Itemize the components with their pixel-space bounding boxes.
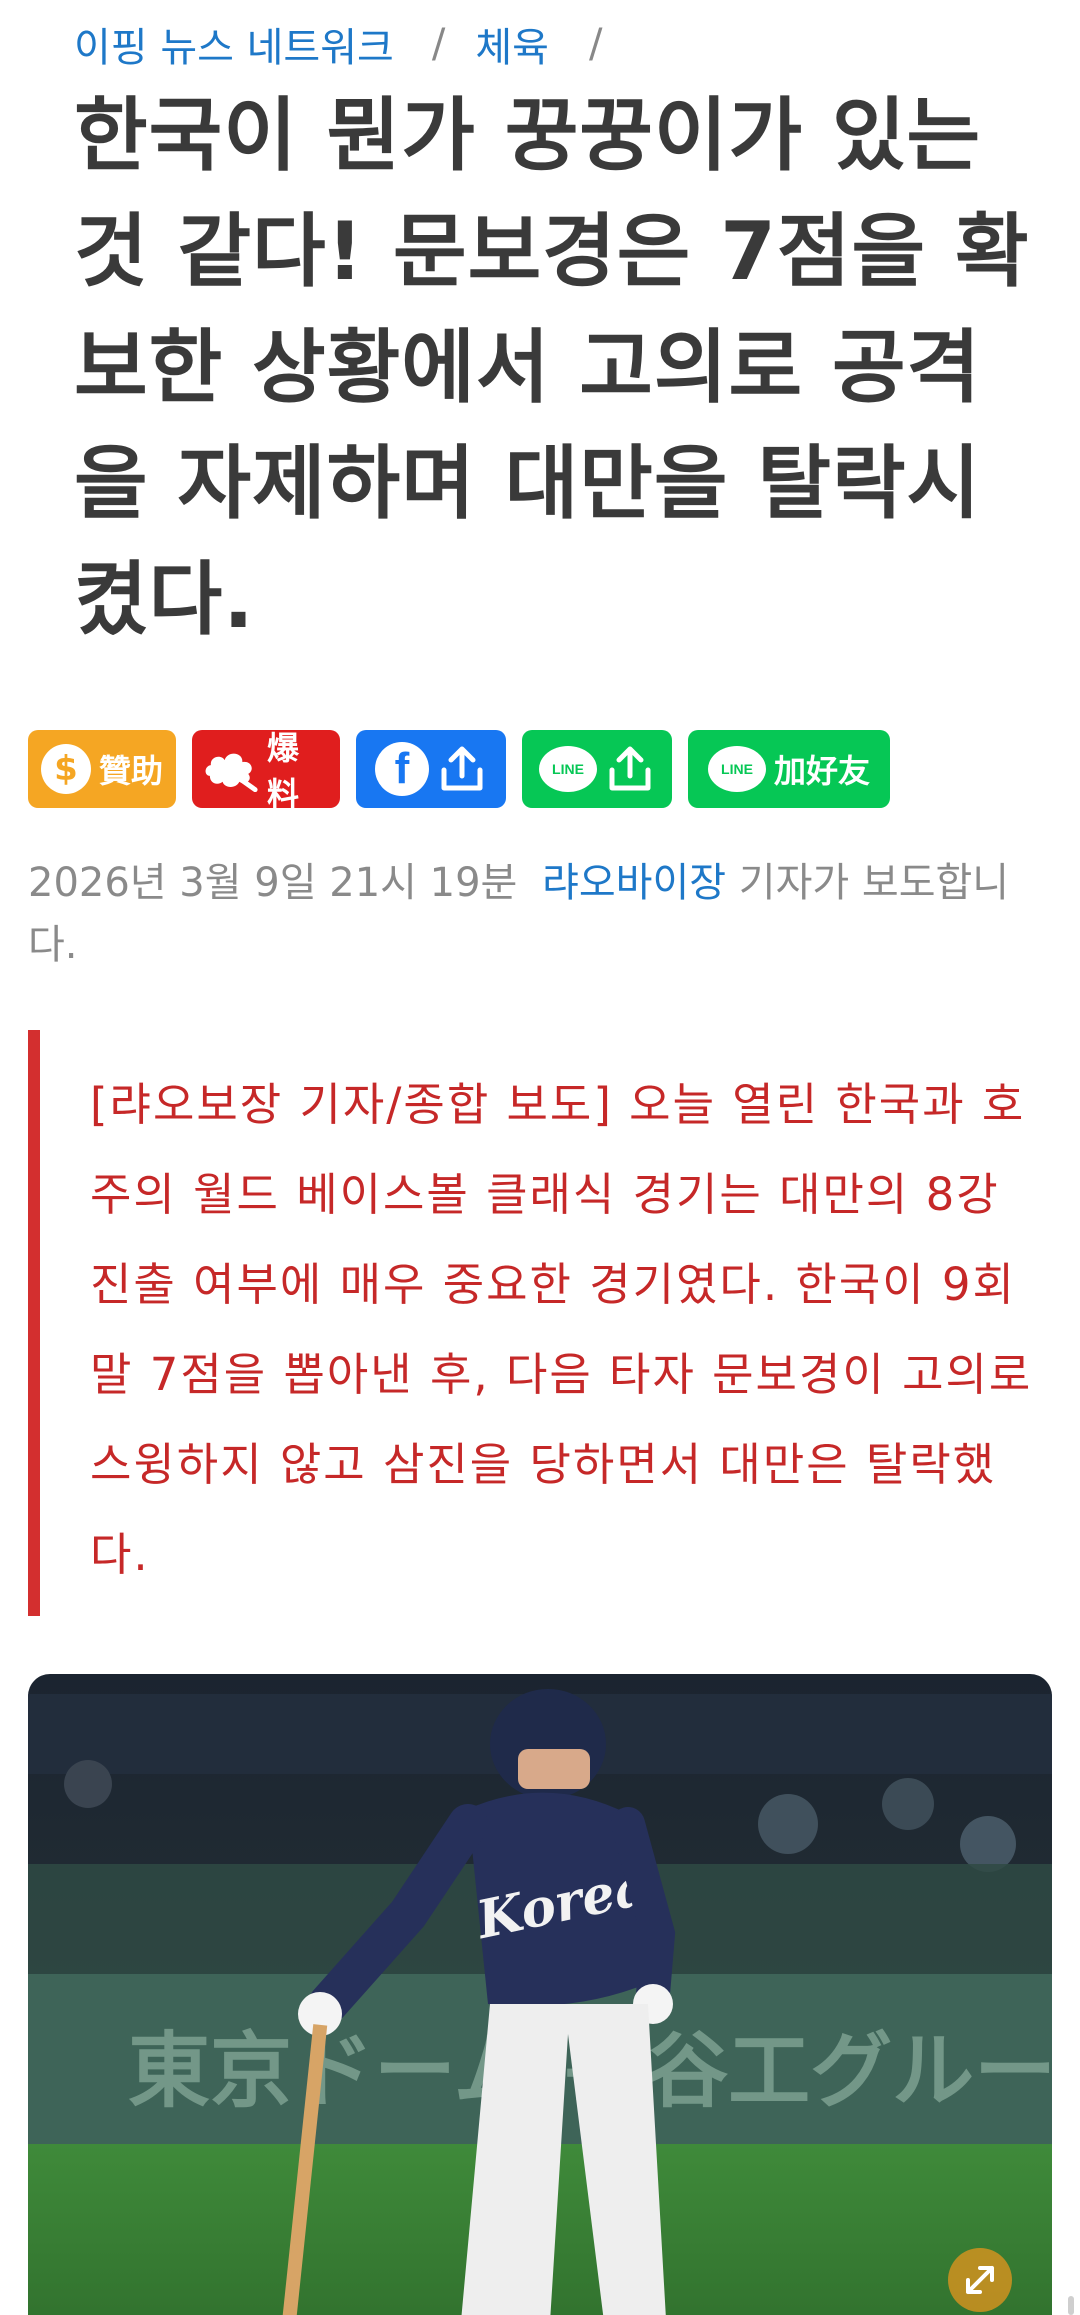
article-title: 한국이 뭔가 꿍꿍이가 있는 것 같다! 문보경은 7점을 확보한 상황에서 고… <box>74 89 1030 646</box>
author-link[interactable]: 랴오바이장 <box>542 860 726 906</box>
breadcrumb-category-link[interactable]: 체육 <box>475 15 549 73</box>
report-button-label: 爆料 <box>267 729 300 813</box>
tip-button-label: 贊助 <box>98 752 163 790</box>
line-icon: LINE <box>707 746 766 792</box>
baseball-player-photo: 東京ドーム 長谷工グループ Korea <box>28 1674 1052 2315</box>
article-lead-quote: [랴오보장 기자/종합 보도] 오늘 열린 한국과 호주의 월드 베이스볼 클래… <box>28 1030 1038 1616</box>
lead-paragraph: [랴오보장 기자/종합 보도] 오늘 열린 한국과 호주의 월드 베이스볼 클래… <box>90 1078 1033 1581</box>
line-add-friend-label: 加好友 <box>773 752 870 790</box>
breadcrumb-separator: / <box>431 21 446 67</box>
share-upload-icon <box>609 746 651 791</box>
breadcrumb-site-link[interactable]: 이핑 뉴스 네트워크 <box>74 15 394 73</box>
report-button[interactable]: 爆料 <box>192 729 340 813</box>
breadcrumb-separator: / <box>588 21 603 67</box>
share-upload-icon <box>441 746 483 791</box>
dollar-coin-icon: $ <box>40 744 91 794</box>
page-scrollbar[interactable] <box>1068 2296 1074 2315</box>
line-icon: LINE <box>539 746 597 792</box>
facebook-share-button[interactable]: f <box>356 730 506 808</box>
article-byline: 2026년 3월 9일 21시 19분 랴오바이장 기자가 보도합니다. <box>28 852 1058 976</box>
line-add-friend-button[interactable]: LINE 加好友 <box>688 730 890 808</box>
cloud-burst-icon <box>205 753 258 792</box>
breadcrumb: 이핑 뉴스 네트워크 / 체육 / <box>74 14 602 74</box>
article-photo[interactable]: 東京ドーム 長谷工グループ Korea <box>28 1674 1052 2315</box>
tip-button[interactable]: $ 贊助 <box>28 730 176 808</box>
expand-icon[interactable] <box>948 2248 1012 2312</box>
publish-date: 2026년 3월 9일 21시 19분 <box>28 860 518 906</box>
line-share-button[interactable]: LINE <box>522 730 672 808</box>
facebook-icon: f <box>375 742 429 796</box>
share-toolbar: $ 贊助 爆料 f LINE LINE 加好友 <box>28 729 890 813</box>
